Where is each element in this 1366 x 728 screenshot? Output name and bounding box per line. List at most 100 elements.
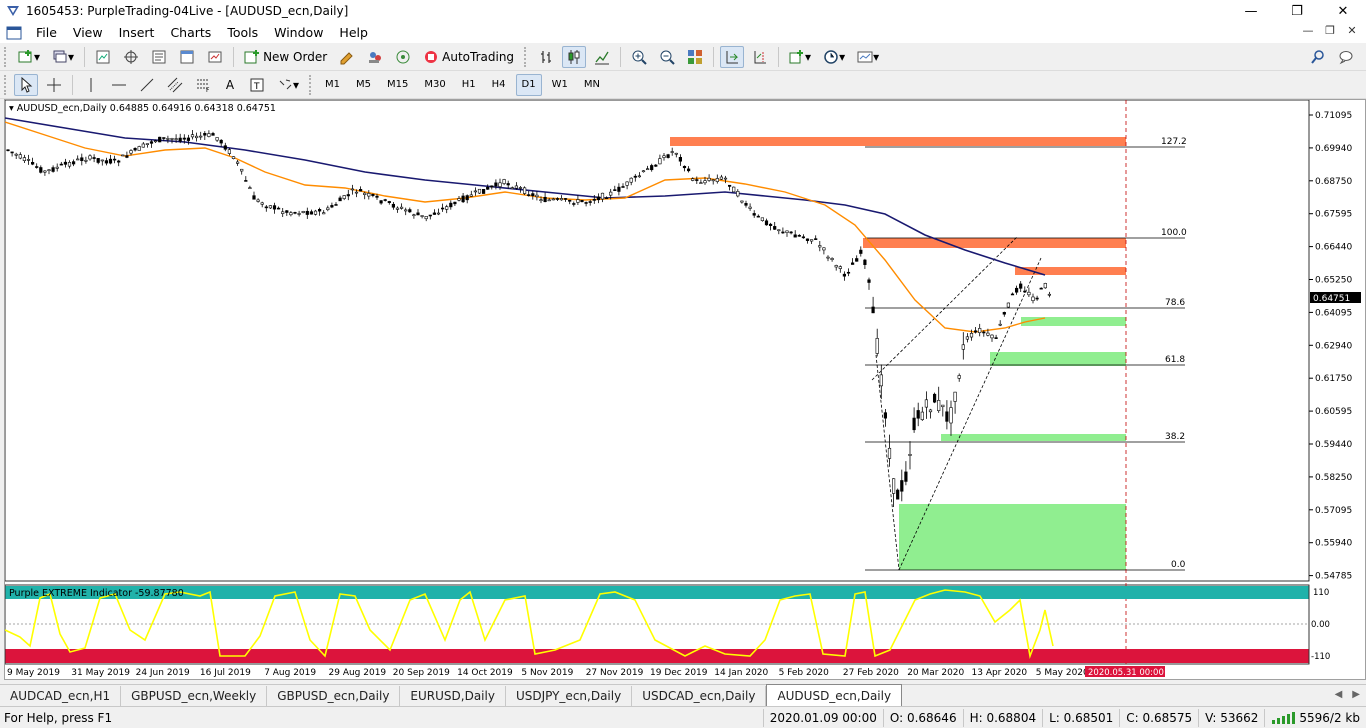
new-order-button[interactable]: New Order	[240, 46, 331, 68]
menu-window[interactable]: Window	[266, 25, 331, 40]
tf-m15-button[interactable]: M15	[381, 74, 414, 96]
date-label: 16 Jul 2019	[200, 668, 251, 678]
tf-m5-button[interactable]: M5	[350, 74, 377, 96]
candle-body	[785, 230, 789, 233]
status-low: L: 0.68501	[1042, 708, 1119, 727]
close-button[interactable]: ✕	[1320, 0, 1366, 22]
menu-view[interactable]: View	[65, 25, 111, 40]
tab-gbpusd-daily[interactable]: GBPUSD_ecn,Daily	[267, 686, 401, 706]
candle-body	[924, 399, 928, 408]
tf-d1-button[interactable]: D1	[515, 73, 542, 96]
equidistant-channel-button[interactable]	[163, 74, 187, 96]
community-button[interactable]	[363, 46, 387, 68]
templates-button[interactable]: ▾	[853, 46, 883, 68]
tile-windows-button[interactable]	[683, 46, 707, 68]
toolbar-grip[interactable]	[4, 46, 8, 67]
candle-body	[1023, 290, 1027, 293]
chart-window-icon[interactable]	[6, 26, 22, 40]
zoom-out-button[interactable]	[655, 46, 679, 68]
metaeditor-button[interactable]	[335, 46, 359, 68]
candle-body	[1031, 296, 1035, 301]
tf-mn-button[interactable]: MN	[578, 74, 606, 96]
tab-scroll-left-icon[interactable]: ◀	[1335, 689, 1343, 700]
terminal-button[interactable]	[175, 46, 199, 68]
tf-h4-button[interactable]: H4	[486, 74, 512, 96]
profiles-button[interactable]: ▾	[48, 46, 78, 68]
candle-body	[1002, 312, 1006, 315]
line-chart-icon	[595, 51, 610, 64]
zoom-out-icon	[660, 50, 675, 65]
candle-body	[494, 182, 498, 187]
toolbar-grip-2[interactable]	[524, 46, 528, 67]
search-button[interactable]	[1306, 46, 1330, 68]
tab-audusd-daily[interactable]: AUDUSD_ecn,Daily	[766, 684, 903, 706]
price-chart[interactable]: 127.2 100.0 78.6 61.8 38.2 0.0 110 0.00 …	[5, 100, 1365, 679]
chat-button[interactable]	[1334, 46, 1358, 68]
candle-body	[326, 207, 330, 211]
cursor-button[interactable]	[14, 73, 38, 96]
toolbar-grip-4[interactable]	[309, 74, 313, 95]
tab-audcad-h1[interactable]: AUDCAD_ecn,H1	[0, 686, 122, 706]
zoom-in-button[interactable]	[627, 46, 651, 68]
minimize-button[interactable]: —	[1228, 0, 1274, 22]
tab-eurusd-daily[interactable]: EURUSD,Daily	[400, 686, 506, 706]
tab-gbpusd-weekly[interactable]: GBPUSD_ecn,Weekly	[121, 686, 268, 706]
candle-body	[174, 138, 178, 140]
line-chart-button[interactable]	[590, 46, 614, 68]
chart-window[interactable]: 127.2 100.0 78.6 61.8 38.2 0.0 110 0.00 …	[4, 99, 1366, 680]
navigator-button[interactable]	[147, 46, 171, 68]
tf-m30-button[interactable]: M30	[418, 74, 451, 96]
child-minimize-button[interactable]: —	[1300, 24, 1316, 37]
auto-scroll-button[interactable]	[720, 45, 745, 68]
indicators-button[interactable]: ▾	[785, 46, 815, 68]
chart-shift-button[interactable]	[748, 46, 772, 68]
menu-charts[interactable]: Charts	[162, 25, 219, 40]
menu-bar: File View Insert Charts Tools Window Hel…	[0, 22, 1366, 43]
price-label: 0.62940	[1315, 341, 1352, 351]
overbought-band	[5, 586, 1309, 599]
strategy-tester-button[interactable]	[203, 46, 227, 68]
candle-body	[158, 136, 162, 143]
tf-w1-button[interactable]: W1	[546, 74, 574, 96]
menu-insert[interactable]: Insert	[111, 25, 163, 40]
candle-body	[276, 207, 281, 210]
tab-usdjpy-daily[interactable]: USDJPY_ecn,Daily	[506, 686, 633, 706]
menu-help[interactable]: Help	[331, 25, 376, 40]
text-tool-icon: A	[225, 77, 235, 92]
new-chart-button[interactable]: ▾	[14, 46, 44, 68]
candle-body	[887, 447, 892, 459]
autotrading-button[interactable]: AutoTrading	[419, 46, 518, 68]
child-restore-button[interactable]: ❐	[1322, 24, 1338, 37]
vertical-line-button[interactable]	[79, 74, 103, 96]
candle-body	[797, 235, 801, 237]
maximize-button[interactable]: ❐	[1274, 0, 1320, 22]
candlestick-chart-button[interactable]	[562, 45, 587, 68]
date-label: 27 Feb 2020	[843, 668, 899, 678]
tf-m1-button[interactable]: M1	[319, 74, 346, 96]
tf-h1-button[interactable]: H1	[456, 74, 482, 96]
trendline-button[interactable]	[135, 74, 159, 96]
signals-button[interactable]	[391, 46, 415, 68]
candle-body	[346, 194, 350, 197]
menu-tools[interactable]: Tools	[219, 25, 266, 40]
fib-level-786: 78.6	[1165, 298, 1185, 308]
horizontal-line-button[interactable]	[107, 74, 131, 96]
candle-body	[477, 188, 482, 194]
tab-usdcad-daily[interactable]: USDCAD_ecn,Daily	[632, 686, 767, 706]
arrows-button[interactable]: ▾	[273, 74, 303, 96]
candle-body	[937, 400, 941, 411]
candle-body	[342, 195, 346, 199]
text-label-button[interactable]: T	[245, 74, 269, 96]
crosshair-button[interactable]	[42, 74, 66, 96]
market-watch-button[interactable]	[91, 46, 115, 68]
child-close-button[interactable]: ✕	[1344, 24, 1360, 37]
bar-chart-button[interactable]	[534, 46, 558, 68]
periods-button[interactable]: ▾	[819, 46, 849, 68]
menu-file[interactable]: File	[28, 25, 65, 40]
tab-scroll-right-icon[interactable]: ▶	[1352, 689, 1360, 700]
candle-body	[76, 158, 80, 161]
data-window-button[interactable]	[119, 46, 143, 68]
text-button[interactable]: A	[219, 74, 241, 96]
fibonacci-button[interactable]: F	[191, 74, 215, 96]
toolbar-grip-3[interactable]	[4, 74, 8, 95]
